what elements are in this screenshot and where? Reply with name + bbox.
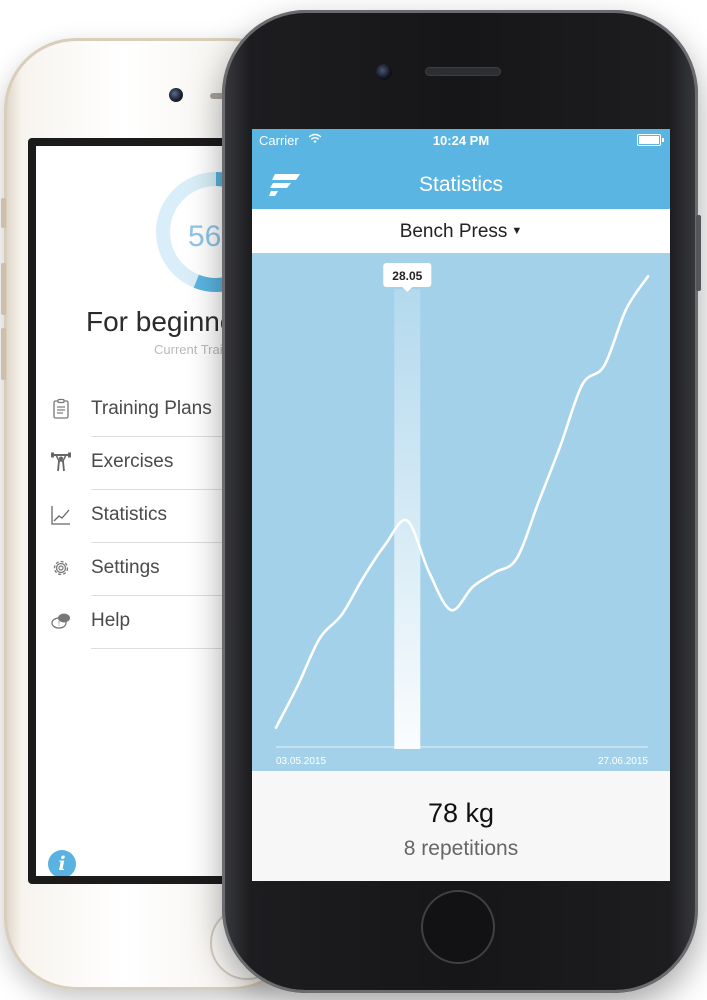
progress-chart[interactable]: 28.05 03.05.2015 27.06.2015 [252,253,670,771]
gear-icon [53,560,69,576]
help-bubble-icon: ! [51,613,70,629]
nav-bar: Statistics [252,151,670,209]
summary-panel: 78 kg 8 repetitions [252,771,670,881]
front-camera-icon [169,88,183,102]
status-bar: Carrier 10:24 PM [252,129,670,151]
x-tick-label-end: 27.06.2015 [598,756,648,767]
menu-item-label: Exercises [91,451,174,472]
volume-down-button [1,328,6,380]
nav-title: Statistics [418,173,504,196]
svg-text:!: ! [58,621,60,628]
x-tick-label-start: 03.05.2015 [276,756,326,767]
caret-down-icon: ▼ [511,225,523,237]
front-phone: Carrier 10:24 PM Statistics Bench Press ▼ [222,10,701,993]
front-camera-icon [376,64,392,80]
summary-weight: 78 kg [427,798,495,828]
summary-repetitions: 8 repetitions [403,837,519,860]
menu-item-label: Help [91,610,131,631]
volume-up-button [1,263,6,315]
series-line [274,275,650,729]
exercise-selector[interactable]: Bench Press ▼ [252,209,670,254]
menu-item-label: Statistics [91,504,168,525]
exercise-name: Bench Press [399,221,508,242]
home-button [423,892,493,962]
power-button [696,215,701,291]
info-button[interactable]: i [48,850,76,876]
statistics-screen: Carrier 10:24 PM Statistics Bench Press ▼ [252,129,670,881]
menu-item-label: Training Plans [91,398,212,419]
status-time: 10:24 PM [432,133,490,148]
earpiece-speaker [426,68,500,75]
battery-icon [637,134,664,146]
value-tooltip-label: 28.05 [392,269,422,283]
menu-item-label: Settings [91,557,160,578]
mute-switch [1,198,6,228]
weightlifter-icon [51,452,71,472]
selection-highlight [394,289,421,749]
progress-percent: 56 [188,220,222,253]
chart-svg: 28.05 03.05.2015 27.06.2015 [274,263,650,767]
clipboard-icon [53,398,69,419]
line-chart-icon [51,506,70,525]
